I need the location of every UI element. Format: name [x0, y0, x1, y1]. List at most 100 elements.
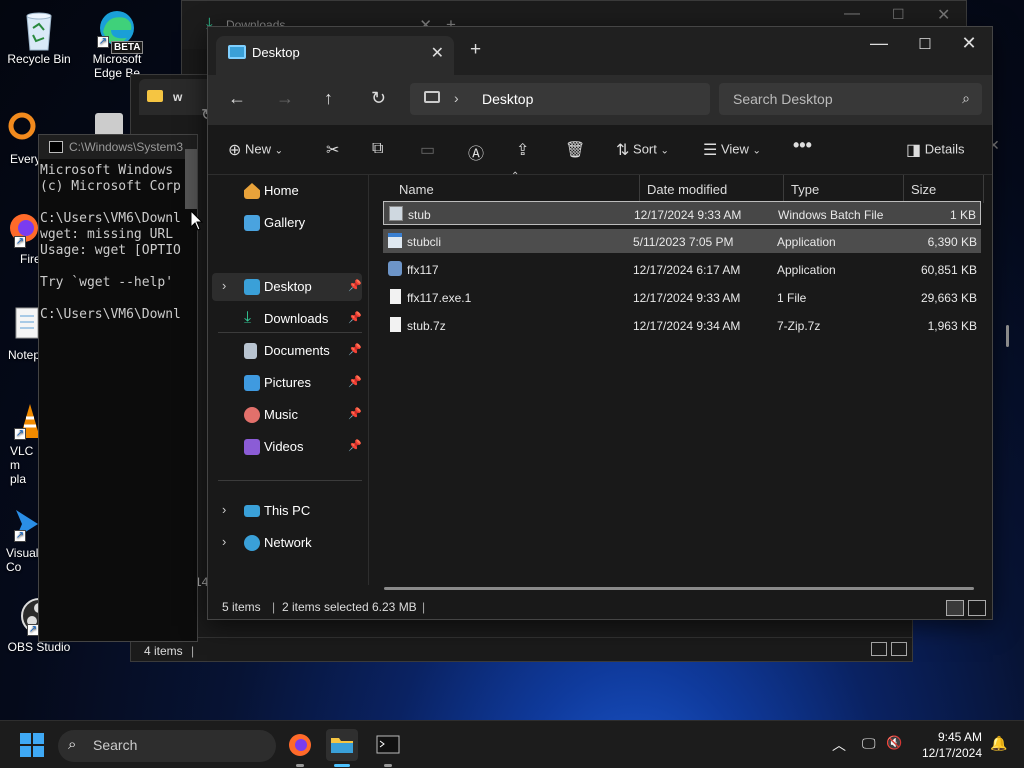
nav-item-documents[interactable]: Documents 📌 [212, 337, 362, 365]
details-view-icon[interactable] [871, 642, 887, 656]
copy-button[interactable]: ⧉ [372, 140, 383, 158]
share-button[interactable]: ⇪ [516, 140, 529, 160]
file-row[interactable]: stubcli 5/11/2023 7:05 PM Application 6,… [383, 229, 981, 253]
column-separator[interactable] [783, 175, 784, 203]
desktop-icon-edge-beta[interactable]: ↗ BETA Microsoft Edge Be [82, 8, 152, 80]
expand-chevron-icon[interactable]: › [222, 534, 226, 549]
file-row[interactable]: ffx117 12/17/2024 6:17 AM Application 60… [383, 257, 981, 281]
taskbar-app-firefox[interactable] [284, 729, 316, 767]
nav-item-videos[interactable]: Videos 📌 [212, 433, 362, 461]
back-arrow-icon[interactable]: ← [228, 88, 246, 109]
view-button[interactable]: ☰ View ⌄ [703, 140, 761, 160]
column-header-name[interactable]: Name [399, 182, 434, 197]
maximize-icon[interactable]: ☐ [902, 35, 948, 53]
view-label: View [720, 141, 749, 157]
refresh-icon[interactable]: ↻ [371, 88, 386, 109]
pin-icon[interactable]: 📌 [348, 279, 362, 292]
cmd-output[interactable]: Microsoft Windows (c) Microsoft Corp C:\… [39, 159, 197, 323]
column-separator[interactable] [639, 175, 640, 203]
more-options-button[interactable]: ••• [793, 135, 812, 156]
nav-item-desktop[interactable]: › Desktop 📌 [212, 273, 362, 301]
file-type: 7-Zip.7z [777, 319, 821, 333]
desktop-icon-label: Recycle Bin [7, 52, 71, 66]
column-header-size[interactable]: Size [911, 182, 936, 197]
minimize-icon[interactable]: — [856, 33, 902, 54]
pin-icon[interactable]: 📌 [348, 375, 362, 388]
nav-item-home[interactable]: Home [212, 177, 362, 205]
show-hidden-icons-icon[interactable]: ︿ [832, 735, 846, 755]
monitor-icon [244, 505, 260, 517]
taskbar-search[interactable]: ⌕ Search [58, 730, 276, 762]
delete-button[interactable]: 🗑 [565, 140, 585, 160]
up-arrow-icon[interactable]: ↑ [324, 88, 333, 109]
close-window-icon[interactable]: ✕ [937, 5, 950, 25]
pin-icon[interactable]: 📌 [348, 311, 362, 324]
close-tab-icon[interactable]: ✕ [431, 43, 444, 63]
expand-chevron-icon[interactable]: › [222, 502, 226, 517]
new-tab-icon[interactable]: + [470, 39, 481, 61]
tiles-view-icon[interactable] [968, 600, 986, 616]
column-header-type[interactable]: Type [791, 182, 819, 197]
folder-icon [331, 738, 353, 753]
forward-arrow-icon[interactable]: → [276, 88, 294, 109]
file-row[interactable]: stub.7z 12/17/2024 9:34 AM 7-Zip.7z 1,96… [383, 313, 981, 337]
chevron-down-icon: ⌄ [660, 145, 669, 157]
explorer-titlebar[interactable]: Desktop ✕ + — ☐ ✕ [208, 27, 992, 75]
column-separator[interactable] [903, 175, 904, 203]
desktop-icon-notepad[interactable]: Notep [0, 304, 40, 362]
volume-muted-icon[interactable]: 🔇 [886, 735, 902, 751]
minimize-icon[interactable]: — [844, 5, 860, 23]
rename-button[interactable]: Ⓐ [468, 140, 484, 164]
taskbar-app-terminal[interactable] [372, 729, 404, 767]
vertical-scrollbar[interactable] [1006, 325, 1009, 347]
desktop-icon-recycle-bin[interactable]: Recycle Bin [4, 8, 74, 66]
pin-icon[interactable]: 📌 [348, 343, 362, 356]
search-input[interactable]: Search Desktop ⌕ [719, 83, 982, 115]
nav-item-music[interactable]: Music 📌 [212, 401, 362, 429]
desktop-icon-vlc[interactable]: ↗ VLC m pla [0, 400, 40, 486]
pin-icon[interactable]: 📌 [348, 439, 362, 452]
nav-item-downloads[interactable]: ⤓ Downloads 📌 [212, 305, 362, 333]
desktop-folder-icon [244, 279, 260, 295]
file-date: 12/17/2024 9:33 AM [634, 208, 742, 222]
search-icon[interactable]: ⌕ [962, 90, 970, 107]
desktop-icon-everything[interactable]: Every [0, 108, 41, 166]
cut-button[interactable]: ✂ [326, 140, 339, 160]
nav-item-gallery[interactable]: Gallery [212, 209, 362, 237]
details-button[interactable]: ◨ Details [906, 140, 965, 160]
videos-icon [244, 439, 260, 455]
chevron-right-icon[interactable]: › [454, 90, 459, 106]
desktop-icon-firefox[interactable]: ↗ Fire [0, 208, 41, 266]
taskbar-clock[interactable]: 9:45 AM 12/17/2024 [908, 729, 982, 761]
file-row[interactable]: stub 12/17/2024 9:33 AM Windows Batch Fi… [383, 201, 981, 225]
nav-item-pictures[interactable]: Pictures 📌 [212, 369, 362, 397]
cmd-scrollbar[interactable] [185, 149, 197, 209]
shortcut-arrow-icon: ↗ [14, 530, 26, 542]
new-button[interactable]: ⊕ New ⌄ [228, 140, 283, 160]
network-status-icon[interactable]: 🖵 [862, 735, 876, 752]
file-row[interactable]: ffx117.exe.1 12/17/2024 9:33 AM 1 File 2… [383, 285, 981, 309]
firefox-icon: ↗ [0, 208, 40, 248]
horizontal-scrollbar[interactable] [384, 587, 974, 590]
sort-button[interactable]: ⇅ Sort ⌄ [616, 140, 669, 160]
explorer-window-desktop[interactable]: Desktop ✕ + — ☐ ✕ ← → ↑ ↻ › Desktop Sear… [207, 26, 1009, 620]
desktop-icon-vscode[interactable]: ↗ Visual Co [0, 502, 40, 574]
column-header-date[interactable]: Date modified [647, 182, 727, 197]
notifications-bell-icon[interactable]: 🔔 [990, 735, 1007, 752]
taskbar-app-file-explorer[interactable] [326, 729, 358, 767]
tab-desktop[interactable]: Desktop ✕ [216, 36, 454, 75]
nav-item-this-pc[interactable]: › This PC [212, 497, 362, 525]
maximize-icon[interactable]: ☐ [892, 6, 905, 23]
details-view-icon[interactable] [946, 600, 964, 616]
address-bar[interactable]: › Desktop [410, 83, 710, 115]
pin-icon[interactable]: 📌 [348, 407, 362, 420]
start-button[interactable] [20, 733, 44, 757]
paste-button[interactable]: ▭ [420, 140, 435, 160]
column-separator[interactable] [983, 175, 984, 203]
nav-item-network[interactable]: › Network [212, 529, 362, 557]
close-window-icon[interactable]: ✕ [946, 33, 992, 54]
tiles-view-icon[interactable] [891, 642, 907, 656]
expand-chevron-icon[interactable]: › [222, 278, 226, 293]
cmd-titlebar[interactable]: C:\Windows\System3 [39, 135, 197, 159]
command-prompt-window[interactable]: C:\Windows\System3 Microsoft Windows (c)… [38, 134, 198, 642]
